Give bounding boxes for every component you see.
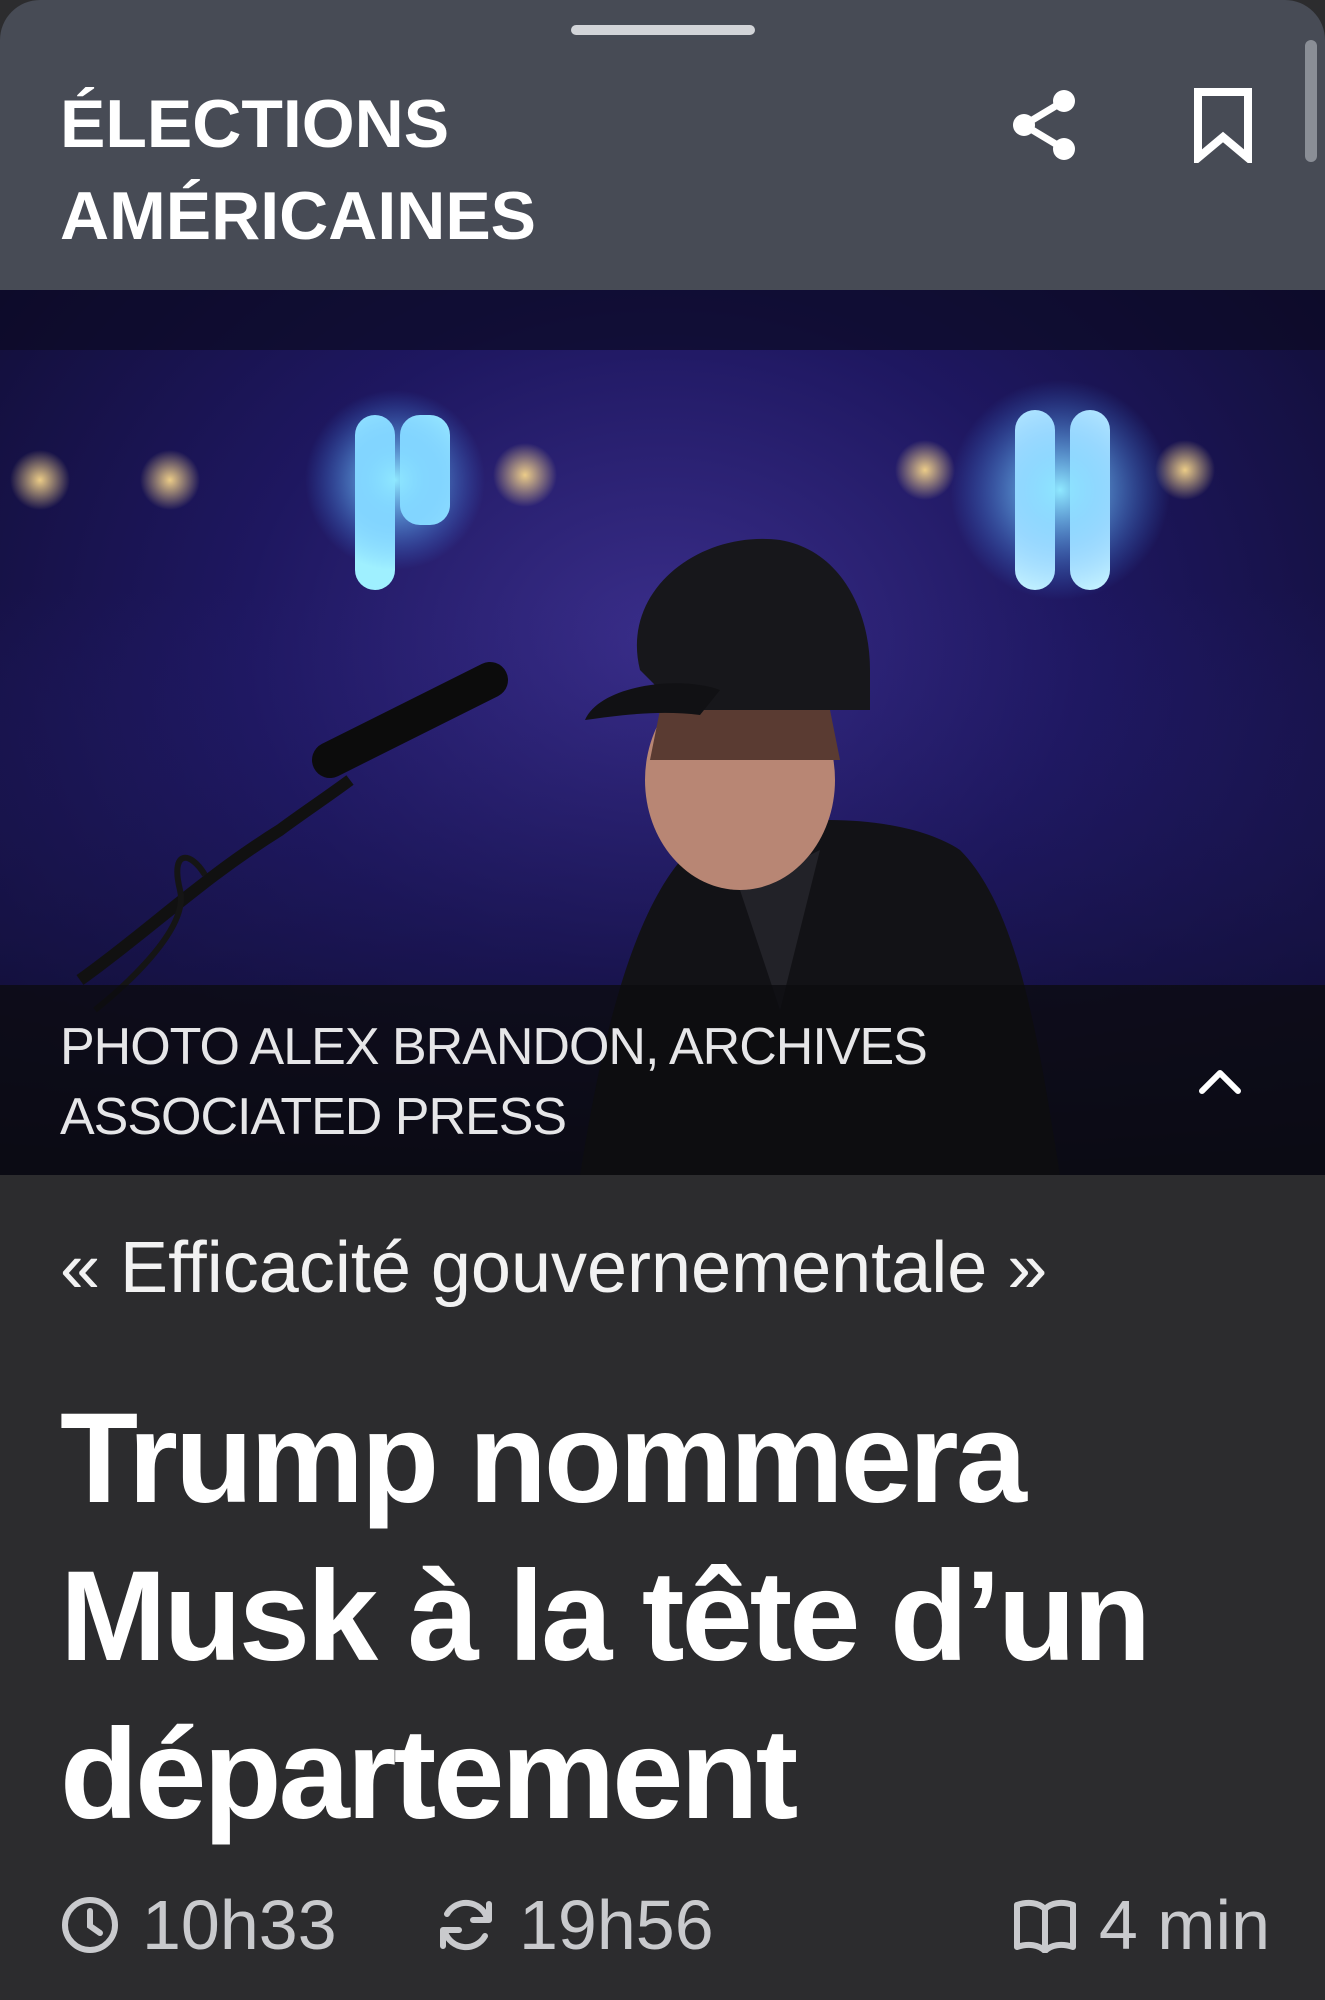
scroll-indicator[interactable] xyxy=(1305,40,1317,162)
bookmark-icon xyxy=(1194,88,1252,163)
article-header: ÉLECTIONS AMÉRICAINES xyxy=(0,0,1325,290)
article-headline: Trump nommera Musk à la tête d’un départ… xyxy=(60,1387,1151,1846)
published-time: 10h33 xyxy=(60,1880,337,1970)
chevron-up-icon xyxy=(1199,1070,1241,1094)
refresh-icon xyxy=(440,1899,492,1951)
read-time: 4 min xyxy=(1013,1880,1270,1970)
share-button[interactable] xyxy=(1000,80,1090,170)
article-meta: 10h33 19h56 4 min xyxy=(60,1880,1270,1970)
article-kicker: « Efficacité gouvernementale » xyxy=(60,1228,1048,1308)
bookmark-button[interactable] xyxy=(1178,80,1268,170)
updated-time-label: 19h56 xyxy=(519,1886,714,1964)
share-icon xyxy=(1013,90,1075,160)
updated-time: 19h56 xyxy=(435,1880,714,1970)
clock-icon xyxy=(62,1897,118,1953)
published-time-label: 10h33 xyxy=(142,1886,337,1964)
photo-credit: PHOTO ALEX BRANDON, ARCHIVES ASSOCIATED … xyxy=(60,1018,928,1146)
read-time-label: 4 min xyxy=(1098,1886,1270,1964)
book-icon xyxy=(1013,1899,1076,1953)
caption-toggle-button[interactable] xyxy=(1180,1040,1260,1120)
section-title: ÉLECTIONS AMÉRICAINES xyxy=(60,86,537,254)
sheet-grab-handle[interactable] xyxy=(571,25,755,35)
